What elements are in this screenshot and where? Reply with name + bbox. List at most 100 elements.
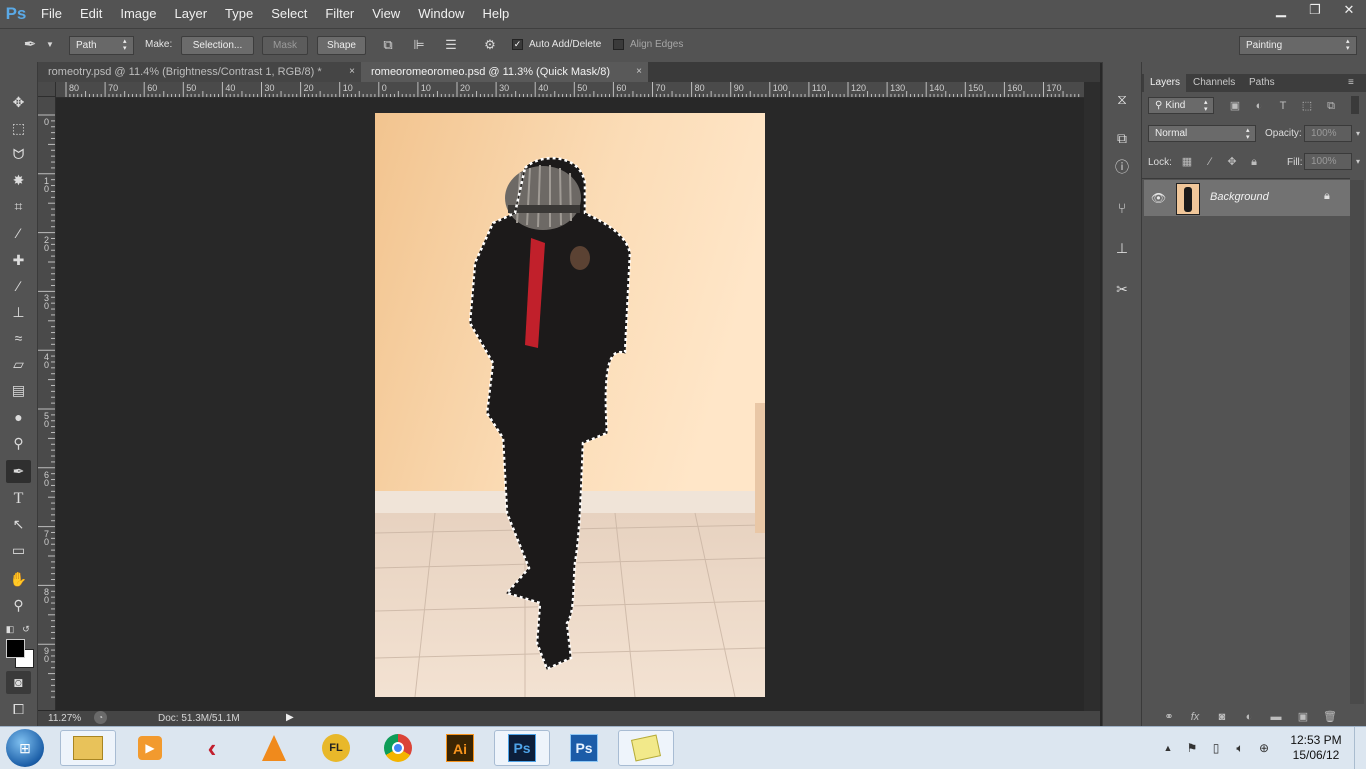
gradient-tool-icon[interactable]: ▤ bbox=[6, 379, 31, 402]
screen-mode-icon[interactable]: ⧠ bbox=[6, 698, 31, 721]
lock-position-icon[interactable]: ✥ bbox=[1225, 155, 1239, 169]
filter-smart-object-icon[interactable]: ⧉ bbox=[1324, 99, 1338, 113]
battery-icon[interactable]: ▯ bbox=[1208, 740, 1224, 756]
path-operations-icon[interactable]: ⧉ bbox=[380, 37, 396, 53]
taskbar-chrome[interactable] bbox=[370, 730, 426, 766]
menu-select[interactable]: Select bbox=[262, 0, 316, 28]
fill-dropdown-icon[interactable]: ▾ bbox=[1352, 153, 1364, 170]
lock-all-icon[interactable]: 🔒︎ bbox=[1247, 155, 1261, 169]
panel-menu-icon[interactable]: ≡ bbox=[1348, 74, 1354, 92]
brush-panel-icon[interactable]: ⑂ bbox=[1112, 198, 1132, 218]
path-arrangement-icon[interactable]: ☰ bbox=[443, 37, 459, 53]
restore-button[interactable]: ❐ bbox=[1298, 0, 1332, 20]
taskbar-illustrator[interactable]: Ai bbox=[432, 730, 488, 766]
dodge-tool-icon[interactable]: ⚲ bbox=[6, 432, 31, 455]
clone-source-panel-icon[interactable]: ⊥ bbox=[1112, 238, 1132, 258]
minimize-button[interactable]: ▁ bbox=[1264, 0, 1298, 20]
layer-row-background[interactable]: 👁︎ Background 🔒︎ bbox=[1144, 180, 1350, 216]
lock-pixels-icon[interactable]: ∕ bbox=[1203, 155, 1217, 169]
zoom-tool-icon[interactable]: ⚲ bbox=[6, 594, 31, 617]
layer-name[interactable]: Background bbox=[1210, 191, 1269, 203]
tool-presets-panel-icon[interactable]: ✂ bbox=[1112, 279, 1132, 299]
tab-layers[interactable]: Layers bbox=[1144, 74, 1187, 92]
layer-kind-filter[interactable]: ⚲ Kind bbox=[1148, 97, 1214, 114]
history-panel-icon[interactable]: ⧖ bbox=[1112, 89, 1132, 109]
filter-pixel-icon[interactable]: ▣ bbox=[1228, 99, 1242, 113]
taskbar-photoshop-2[interactable]: Ps bbox=[556, 730, 612, 766]
preset-dropdown-icon[interactable]: ▼ bbox=[42, 37, 58, 53]
status-menu-arrow-icon[interactable]: ▶ bbox=[286, 712, 294, 723]
swap-colors-icon[interactable]: ↺ bbox=[20, 618, 32, 641]
add-mask-icon[interactable]: ◙ bbox=[1215, 710, 1229, 724]
filter-shape-icon[interactable]: ⬚ bbox=[1300, 99, 1314, 113]
network-icon[interactable]: ⊕ bbox=[1256, 740, 1272, 756]
tab-romeoromeoromeo[interactable]: romeoromeoromeo.psd @ 11.3% (Quick Mask/… bbox=[361, 62, 648, 82]
rectangle-tool-icon[interactable]: ▭ bbox=[6, 539, 31, 562]
taskbar-explorer[interactable] bbox=[60, 730, 116, 766]
pen-tool-preset-icon[interactable]: ✒ bbox=[22, 37, 38, 53]
tool-mode-select[interactable]: Path bbox=[69, 36, 134, 55]
start-button-icon[interactable]: ⊞ bbox=[6, 729, 44, 767]
info-panel-icon[interactable]: ⓘ bbox=[1112, 157, 1132, 177]
menu-image[interactable]: Image bbox=[111, 0, 165, 28]
new-layer-icon[interactable]: ▣ bbox=[1296, 710, 1310, 724]
adjustment-layer-icon[interactable]: ◐ bbox=[1242, 710, 1256, 724]
eye-icon[interactable]: 👁︎ bbox=[1151, 191, 1166, 205]
selection-button[interactable]: Selection... bbox=[181, 36, 254, 55]
taskbar-fl-studio[interactable]: FL bbox=[308, 730, 364, 766]
magic-wand-tool-icon[interactable]: ✸ bbox=[6, 169, 31, 192]
horizontal-ruler[interactable]: 80 70 60 50 40 30 20 10 0 10 20 30 40 50 60 70 80 90 100 11… bbox=[56, 82, 1084, 98]
clock[interactable]: 12:53 PM 15/06/12 bbox=[1284, 733, 1348, 763]
shape-button[interactable]: Shape bbox=[317, 36, 366, 55]
fill-input[interactable]: 100% bbox=[1304, 153, 1352, 170]
taskbar-flashget[interactable]: ‹ bbox=[184, 730, 240, 766]
fx-icon[interactable]: fx bbox=[1188, 710, 1202, 724]
type-tool-icon[interactable]: T bbox=[6, 487, 31, 510]
blur-tool-icon[interactable]: ● bbox=[6, 406, 31, 429]
menu-type[interactable]: Type bbox=[216, 0, 262, 28]
default-colors-icon[interactable]: ◧ bbox=[4, 618, 16, 641]
taskbar-vlc[interactable] bbox=[246, 730, 302, 766]
lock-transparent-icon[interactable]: ▦ bbox=[1180, 155, 1194, 169]
opacity-dropdown-icon[interactable]: ▾ bbox=[1352, 125, 1364, 142]
filter-type-icon[interactable]: T bbox=[1276, 99, 1290, 113]
gear-icon[interactable]: ⚙ bbox=[482, 37, 498, 53]
tab-close-icon[interactable]: × bbox=[636, 62, 642, 82]
action-center-flag-icon[interactable]: ⚑ bbox=[1184, 740, 1200, 756]
history-brush-tool-icon[interactable]: ≈ bbox=[6, 327, 31, 350]
healing-brush-tool-icon[interactable]: ✚ bbox=[6, 249, 31, 272]
opacity-input[interactable]: 100% bbox=[1304, 125, 1352, 142]
tab-close-icon[interactable]: × bbox=[349, 62, 355, 82]
tab-channels[interactable]: Channels bbox=[1193, 74, 1235, 92]
show-desktop-button[interactable] bbox=[1354, 727, 1366, 769]
clone-stamp-tool-icon[interactable]: ⊥ bbox=[6, 301, 31, 324]
move-tool-icon[interactable]: ✥ bbox=[6, 91, 31, 114]
menu-window[interactable]: Window bbox=[409, 0, 473, 28]
menu-edit[interactable]: Edit bbox=[71, 0, 111, 28]
link-layers-icon[interactable]: ⚭ bbox=[1162, 710, 1176, 724]
hand-tool-icon[interactable]: ✋ bbox=[6, 568, 31, 591]
taskbar-photoshop[interactable]: Ps bbox=[494, 730, 550, 766]
taskbar-sticky-notes[interactable] bbox=[618, 730, 674, 766]
menu-file[interactable]: File bbox=[32, 0, 71, 28]
trash-icon[interactable]: 🗑︎ bbox=[1323, 710, 1337, 724]
menu-help[interactable]: Help bbox=[473, 0, 518, 28]
eraser-tool-icon[interactable]: ▱ bbox=[6, 353, 31, 376]
foreground-color-swatch[interactable] bbox=[6, 639, 25, 658]
actions-panel-icon[interactable]: ⧉ bbox=[1112, 128, 1132, 148]
eyedropper-tool-icon[interactable]: ⁄ bbox=[6, 222, 31, 245]
path-alignment-icon[interactable]: ⊫ bbox=[411, 37, 427, 53]
menu-filter[interactable]: Filter bbox=[316, 0, 363, 28]
crop-tool-icon[interactable]: ⌗ bbox=[6, 195, 31, 218]
marquee-tool-icon[interactable]: ⬚ bbox=[6, 117, 31, 140]
zoom-level[interactable]: 11.27% bbox=[48, 713, 81, 724]
menu-view[interactable]: View bbox=[363, 0, 409, 28]
tab-paths[interactable]: Paths bbox=[1249, 74, 1275, 92]
pen-tool-icon[interactable]: ✒ bbox=[6, 460, 31, 483]
canvas-vertical-scrollbar[interactable] bbox=[1084, 82, 1100, 711]
layers-scrollbar[interactable] bbox=[1350, 180, 1364, 704]
blend-mode-select[interactable]: Normal bbox=[1148, 125, 1256, 142]
new-group-icon[interactable]: ▬ bbox=[1269, 710, 1283, 724]
auto-add-delete-checkbox[interactable]: ✓ bbox=[512, 39, 523, 50]
ruler-origin[interactable] bbox=[38, 82, 56, 97]
